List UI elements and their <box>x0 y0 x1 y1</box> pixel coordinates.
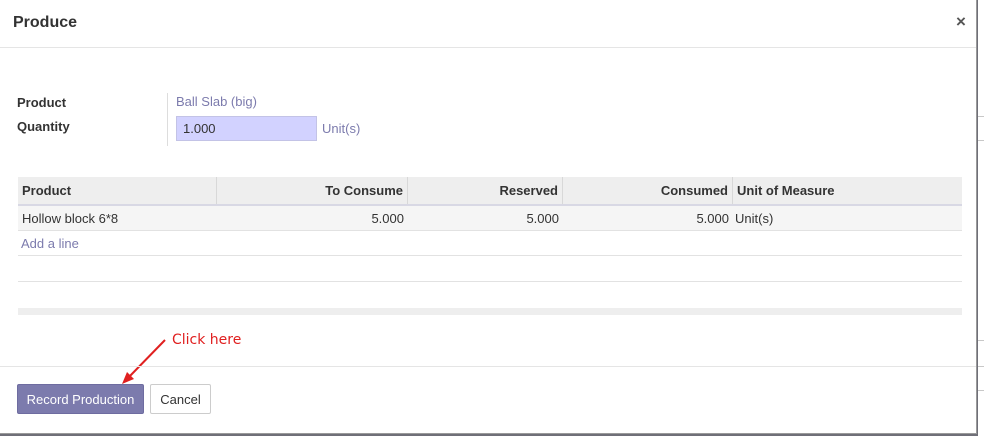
table-footer <box>18 308 962 315</box>
column-header-uom[interactable]: Unit of Measure <box>733 177 962 204</box>
column-header-product[interactable]: Product <box>18 177 217 204</box>
column-header-to-consume[interactable]: To Consume <box>217 177 408 204</box>
cell-to-consume: 5.000 <box>371 211 404 226</box>
empty-row <box>18 283 962 308</box>
product-value[interactable]: Ball Slab (big) <box>176 94 257 109</box>
quantity-unit[interactable]: Unit(s) <box>322 121 360 136</box>
table-header: Product To Consume Reserved Consumed Uni… <box>18 177 962 206</box>
dialog-footer: Record Production Cancel <box>0 366 976 434</box>
annotation-text: Click here <box>172 332 242 348</box>
field-separator <box>167 93 168 146</box>
produce-dialog: Produce × Product Quantity Ball Slab (bi… <box>0 0 977 434</box>
cell-uom: Unit(s) <box>735 211 774 226</box>
dialog-title: Produce <box>13 14 78 31</box>
quantity-label: Quantity <box>17 119 70 134</box>
empty-row <box>18 257 962 282</box>
record-production-button[interactable]: Record Production <box>17 384 144 414</box>
table-row[interactable]: Hollow block 6*8 5.000 5.000 5.000 Unit(… <box>18 206 962 231</box>
close-icon[interactable]: × <box>951 11 971 33</box>
add-line-link[interactable]: Add a line <box>21 231 79 256</box>
cell-reserved: 5.000 <box>526 211 559 226</box>
consume-lines-table: Product To Consume Reserved Consumed Uni… <box>18 177 962 315</box>
backdrop <box>978 0 984 436</box>
cell-product: Hollow block 6*8 <box>22 211 119 226</box>
quantity-input[interactable] <box>176 116 317 141</box>
cell-consumed: 5.000 <box>696 211 729 226</box>
cancel-button[interactable]: Cancel <box>150 384 211 414</box>
column-header-reserved[interactable]: Reserved <box>408 177 563 204</box>
dialog-header: Produce × <box>0 0 976 48</box>
add-line-row: Add a line <box>18 231 962 256</box>
column-header-consumed[interactable]: Consumed <box>563 177 733 204</box>
product-label: Product <box>17 95 67 110</box>
